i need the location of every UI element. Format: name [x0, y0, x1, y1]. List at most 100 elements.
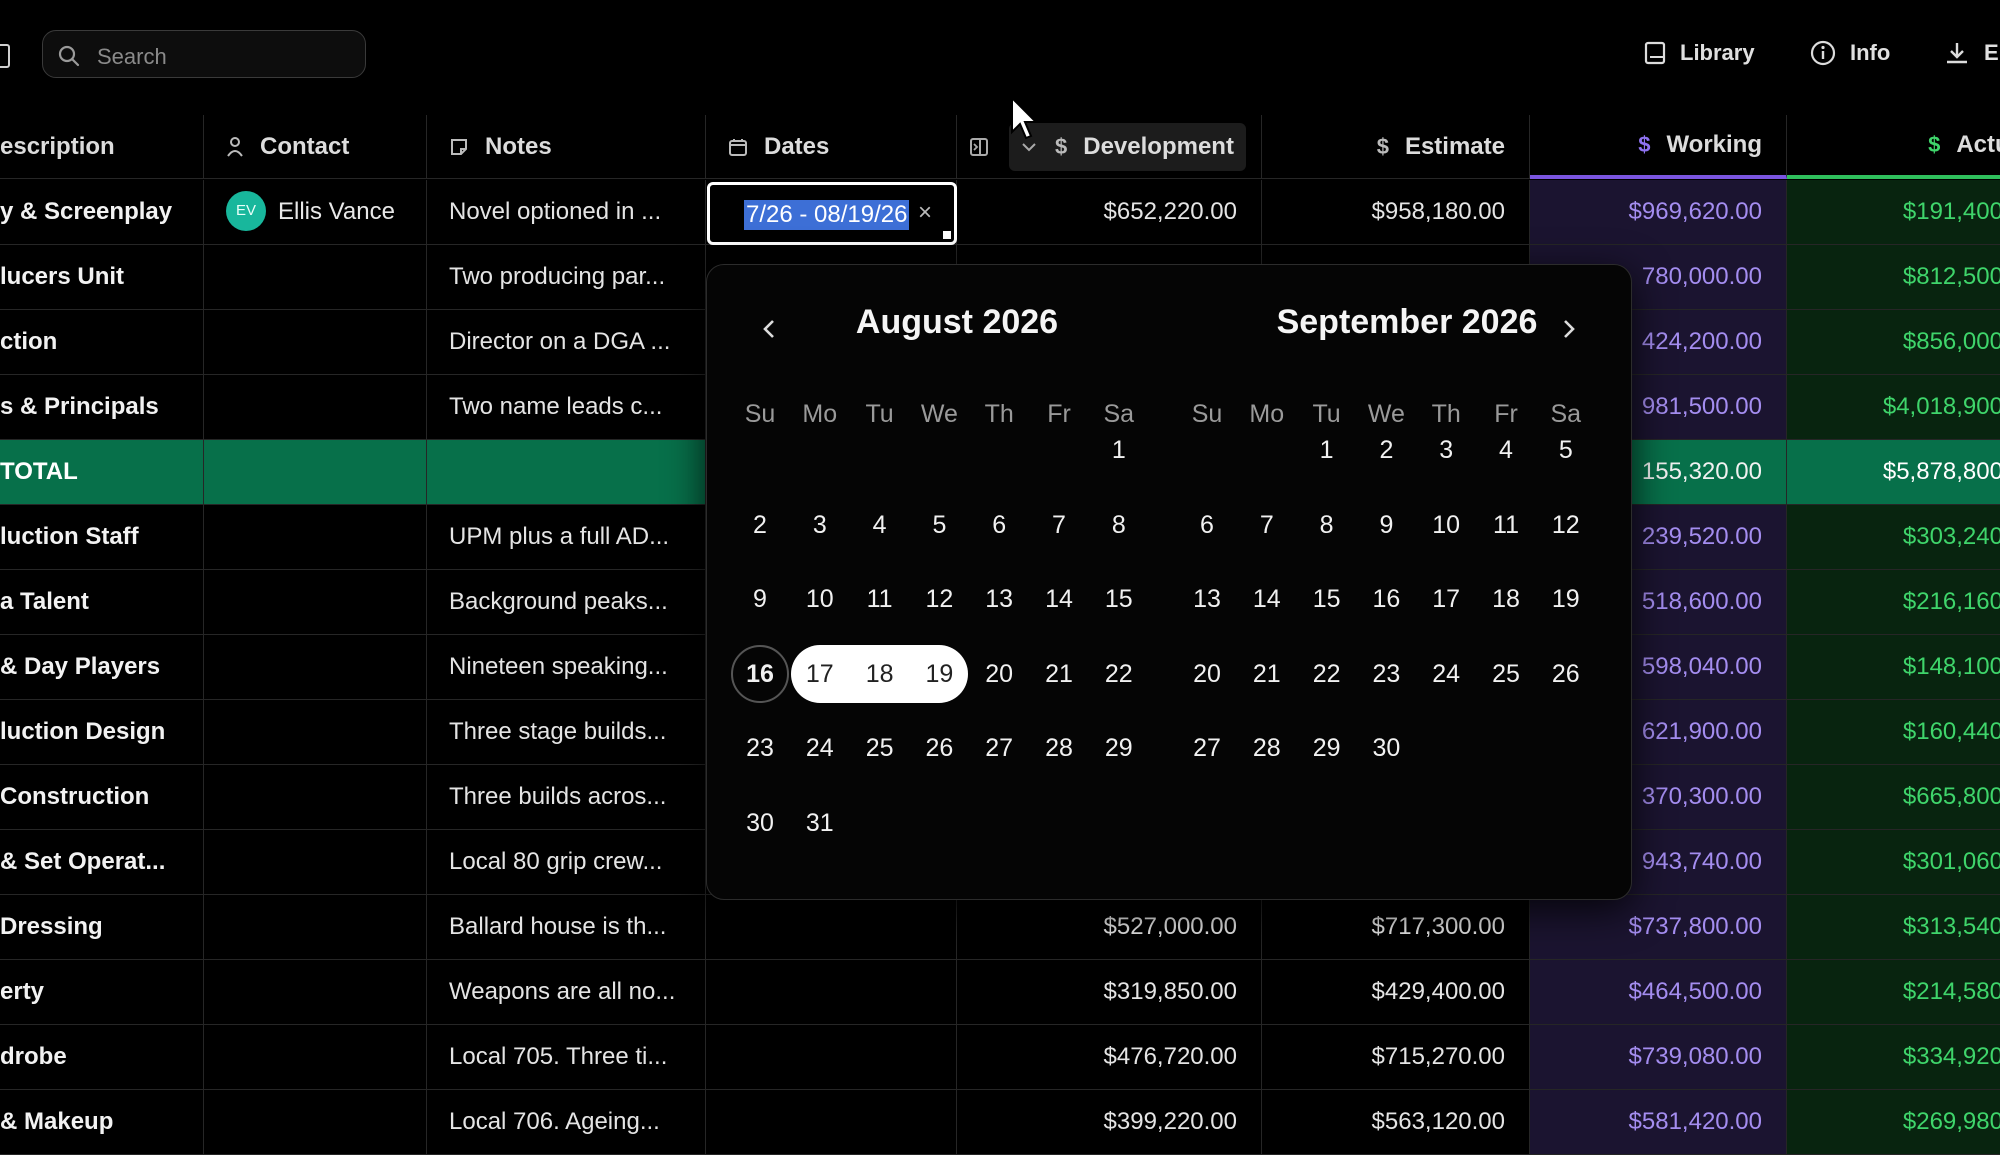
calendar-day[interactable]: 31: [791, 794, 849, 852]
info-button[interactable]: Info: [1810, 40, 1890, 66]
panel-icon[interactable]: [969, 137, 989, 157]
description-cell[interactable]: & Day Players: [0, 635, 204, 699]
actual-cell[interactable]: $148,100.0: [1787, 635, 2000, 699]
actual-cell[interactable]: $303,240.0: [1787, 505, 2000, 569]
calendar-day[interactable]: 17: [1417, 570, 1475, 628]
calendar-day[interactable]: 20: [1178, 645, 1236, 703]
calendar-day[interactable]: 25: [1477, 645, 1535, 703]
development-cell[interactable]: $399,220.00: [957, 1090, 1262, 1154]
working-cell[interactable]: $464,500.00: [1530, 960, 1787, 1024]
calendar-day[interactable]: 28: [1030, 719, 1088, 777]
contact-cell[interactable]: [204, 440, 427, 504]
calendar-day[interactable]: 7: [1238, 496, 1296, 554]
calendar-day[interactable]: 6: [970, 496, 1028, 554]
table-row[interactable]: & Makeup Local 706. Ageing... $399,220.00 $…: [0, 1090, 2000, 1155]
calendar-day[interactable]: 22: [1090, 645, 1148, 703]
notes-cell[interactable]: Local 705. Three ti...: [427, 1025, 706, 1089]
contact-cell[interactable]: [204, 245, 427, 309]
contact-cell[interactable]: [204, 310, 427, 374]
contact-cell[interactable]: [204, 765, 427, 829]
calendar-day[interactable]: 8: [1298, 496, 1356, 554]
calendar-day[interactable]: 16: [1357, 570, 1415, 628]
calendar-day[interactable]: 13: [1178, 570, 1236, 628]
calendar-day[interactable]: 4: [1477, 421, 1535, 479]
description-cell[interactable]: ction: [0, 310, 204, 374]
calendar-day[interactable]: 3: [1417, 421, 1475, 479]
calendar-day[interactable]: 8: [1090, 496, 1148, 554]
calendar-day[interactable]: 6: [1178, 496, 1236, 554]
chevron-down-icon[interactable]: [1021, 141, 1037, 153]
description-cell[interactable]: a Talent: [0, 570, 204, 634]
notes-cell[interactable]: Weapons are all no...: [427, 960, 706, 1024]
column-header-dates[interactable]: Dates: [706, 115, 957, 179]
notes-cell[interactable]: Novel optioned in ...: [427, 180, 706, 244]
calendar-day[interactable]: 17: [791, 645, 849, 703]
column-header-development[interactable]: $ Development: [957, 115, 1262, 179]
column-header-notes[interactable]: Notes: [427, 115, 706, 179]
calendar-day[interactable]: 25: [851, 719, 909, 777]
column-header-contact[interactable]: Contact: [204, 115, 427, 179]
calendar-day[interactable]: 22: [1298, 645, 1356, 703]
clear-icon[interactable]: ×: [918, 199, 932, 227]
development-cell[interactable]: $527,000.00: [957, 895, 1262, 959]
calendar-day[interactable]: 26: [910, 719, 968, 777]
contact-cell[interactable]: [204, 570, 427, 634]
description-cell[interactable]: TOTAL: [0, 440, 204, 504]
table-row[interactable]: y & Screenplay EV Ellis Vance Novel optione…: [0, 180, 2000, 245]
calendar-day[interactable]: 18: [1477, 570, 1535, 628]
export-button[interactable]: E: [1944, 40, 1999, 66]
actual-cell[interactable]: $191,400.0: [1787, 180, 2000, 244]
development-cell[interactable]: $319,850.00: [957, 960, 1262, 1024]
description-cell[interactable]: & Makeup: [0, 1090, 204, 1154]
estimate-cell[interactable]: $563,120.00: [1262, 1090, 1530, 1154]
contact-cell[interactable]: [204, 635, 427, 699]
actual-cell[interactable]: $301,060.0: [1787, 830, 2000, 894]
calendar-day[interactable]: 11: [1477, 496, 1535, 554]
dates-cell[interactable]: [706, 895, 957, 959]
contact-cell[interactable]: [204, 1090, 427, 1154]
actual-cell[interactable]: $812,500.0: [1787, 245, 2000, 309]
calendar-day[interactable]: 5: [1537, 421, 1595, 479]
calendar-day[interactable]: 12: [910, 570, 968, 628]
calendar-day[interactable]: 26: [1537, 645, 1595, 703]
calendar-day[interactable]: 27: [970, 719, 1028, 777]
column-header-working[interactable]: $ Working: [1530, 115, 1787, 179]
notes-cell[interactable]: Three builds acros...: [427, 765, 706, 829]
calendar-day[interactable]: 27: [1178, 719, 1236, 777]
calendar-day[interactable]: 14: [1238, 570, 1296, 628]
description-cell[interactable]: & Set Operat...: [0, 830, 204, 894]
actual-cell[interactable]: $214,580.0: [1787, 960, 2000, 1024]
calendar-day[interactable]: 19: [910, 645, 968, 703]
dates-input[interactable]: 7/26 - 08/19/26 ×: [707, 182, 957, 245]
calendar-day[interactable]: 29: [1298, 719, 1356, 777]
previous-month-button[interactable]: [749, 309, 789, 349]
description-cell[interactable]: lucers Unit: [0, 245, 204, 309]
contact-cell[interactable]: [204, 375, 427, 439]
column-header-estimate[interactable]: $ Estimate: [1262, 115, 1530, 179]
actual-cell[interactable]: $856,000.0: [1787, 310, 2000, 374]
calendar-day[interactable]: 21: [1238, 645, 1296, 703]
description-cell[interactable]: s & Principals: [0, 375, 204, 439]
calendar-day[interactable]: 23: [731, 719, 789, 777]
calendar-day[interactable]: 3: [791, 496, 849, 554]
calendar-day[interactable]: 4: [851, 496, 909, 554]
calendar-day[interactable]: 10: [1417, 496, 1475, 554]
notes-cell[interactable]: Two name leads c...: [427, 375, 706, 439]
calendar-day[interactable]: 24: [1417, 645, 1475, 703]
column-header-description[interactable]: escription: [0, 115, 204, 179]
sidebar-toggle-icon[interactable]: [0, 44, 10, 68]
search-input[interactable]: Search: [42, 30, 366, 78]
actual-cell[interactable]: $216,160.0: [1787, 570, 2000, 634]
calendar-day[interactable]: 9: [1357, 496, 1415, 554]
calendar-day[interactable]: 7: [1030, 496, 1088, 554]
calendar-day[interactable]: 29: [1090, 719, 1148, 777]
table-row[interactable]: erty Weapons are all no... $319,850.00 $429…: [0, 960, 2000, 1025]
description-cell[interactable]: erty: [0, 960, 204, 1024]
description-cell[interactable]: y & Screenplay: [0, 180, 204, 244]
notes-cell[interactable]: UPM plus a full AD...: [427, 505, 706, 569]
notes-cell[interactable]: [427, 440, 706, 504]
contact-cell[interactable]: [204, 505, 427, 569]
calendar-day[interactable]: 9: [731, 570, 789, 628]
contact-cell[interactable]: [204, 960, 427, 1024]
development-cell[interactable]: $476,720.00: [957, 1025, 1262, 1089]
